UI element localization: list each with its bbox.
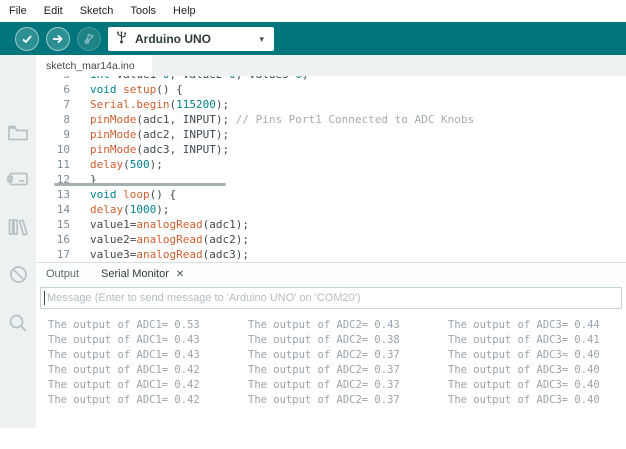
check-icon	[21, 33, 33, 45]
serial-output-row: The output of ADC1= 0.42The output of AD…	[48, 378, 626, 393]
serial-output-value: The output of ADC3= 0.41	[448, 333, 626, 348]
editor-tab-bar: sketch_mar14a.ino	[36, 55, 626, 76]
sidebar-item-debug[interactable]	[0, 259, 36, 295]
serial-output-value: The output of ADC1= 0.43	[48, 348, 248, 363]
code-line: 9pinMode(adc2, INPUT);	[36, 127, 626, 142]
serial-message-wrap	[40, 287, 622, 309]
serial-output-row: The output of ADC1= 0.43The output of AD…	[48, 348, 626, 363]
serial-monitor-output: The output of ADC1= 0.53The output of AD…	[48, 318, 626, 408]
line-number: 13	[36, 187, 70, 202]
board-selector-label: Arduino UNO	[135, 32, 251, 46]
serial-output-value: The output of ADC2= 0.37	[248, 378, 448, 393]
upload-button[interactable]	[46, 27, 70, 51]
toolbar: Arduino UNO ▾	[0, 22, 626, 55]
debug-button	[77, 27, 101, 51]
serial-output-value: The output of ADC1= 0.42	[48, 363, 248, 378]
serial-message-input[interactable]	[40, 287, 622, 309]
code-line: 13void loop() {	[36, 187, 626, 202]
code-line: 17value3=analogRead(adc3);	[36, 247, 626, 262]
sidebar-item-search[interactable]	[0, 307, 36, 343]
code-editor[interactable]: 5int value1=0, value2=0, value3=0;6void …	[36, 76, 626, 262]
verify-button[interactable]	[15, 27, 39, 51]
line-number: 14	[36, 202, 70, 217]
tab-serial-monitor[interactable]: Serial Monitor ✕	[101, 268, 184, 280]
chevron-down-icon: ▾	[259, 34, 266, 45]
debug-disabled-icon	[9, 265, 28, 289]
code-line: 6void setup() {	[36, 82, 626, 97]
serial-output-value: The output of ADC2= 0.37	[248, 363, 448, 378]
serial-output-value: The output of ADC3= 0.40	[448, 378, 626, 393]
line-number: 11	[36, 157, 70, 172]
code-line: 16value2=analogRead(adc2);	[36, 232, 626, 247]
sidebar-item-sketchbook[interactable]	[0, 117, 36, 153]
serial-output-row: The output of ADC1= 0.42The output of AD…	[48, 363, 626, 378]
line-number: 8	[36, 112, 70, 127]
serial-output-row: The output of ADC1= 0.53The output of AD…	[48, 318, 626, 333]
library-books-icon	[8, 218, 28, 241]
line-number: 16	[36, 232, 70, 247]
usb-icon	[116, 29, 127, 49]
serial-output-value: The output of ADC1= 0.53	[48, 318, 248, 333]
board-icon	[7, 171, 29, 192]
menu-help[interactable]: Help	[173, 5, 196, 17]
serial-output-value: The output of ADC3= 0.40	[448, 348, 626, 363]
serial-output-value: The output of ADC2= 0.38	[248, 333, 448, 348]
tab-output[interactable]: Output	[46, 268, 79, 280]
horizontal-scrollbar[interactable]	[54, 183, 226, 186]
line-number: 9	[36, 127, 70, 142]
serial-output-value: The output of ADC2= 0.37	[248, 393, 448, 408]
text-cursor	[44, 291, 45, 305]
bottom-panel-tabs: Output Serial Monitor ✕	[36, 263, 626, 285]
serial-output-value: The output of ADC2= 0.43	[248, 318, 448, 333]
debug-icon	[83, 32, 96, 45]
search-icon	[8, 313, 28, 338]
serial-output-row: The output of ADC1= 0.42The output of AD…	[48, 393, 626, 408]
line-number: 7	[36, 97, 70, 112]
code-line: 15value1=analogRead(adc1);	[36, 217, 626, 232]
code-line: 11delay(500);	[36, 157, 626, 172]
serial-output-row: The output of ADC1= 0.43The output of AD…	[48, 333, 626, 348]
close-icon[interactable]: ✕	[176, 269, 184, 280]
sidebar-item-library-manager[interactable]	[0, 211, 36, 247]
menu-tools[interactable]: Tools	[130, 5, 156, 17]
sidebar-item-boards-manager[interactable]	[0, 163, 36, 199]
arduino-ide-window: File Edit Sketch Tools Help	[0, 0, 626, 449]
tab-sketch-file[interactable]: sketch_mar14a.ino	[36, 55, 152, 76]
tab-sketch-file-label: sketch_mar14a.ino	[46, 60, 135, 72]
activity-sidebar	[0, 55, 36, 428]
arrow-right-icon	[52, 33, 64, 45]
folder-icon	[7, 124, 29, 147]
line-number: 15	[36, 217, 70, 232]
serial-output-value: The output of ADC1= 0.43	[48, 333, 248, 348]
code-line: 8pinMode(adc1, INPUT); // Pins Port1 Con…	[36, 112, 626, 127]
menu-edit[interactable]: Edit	[44, 5, 63, 17]
serial-output-value: The output of ADC3= 0.44	[448, 318, 626, 333]
serial-output-value: The output of ADC3= 0.40	[448, 393, 626, 408]
board-selector[interactable]: Arduino UNO ▾	[108, 27, 274, 51]
menu-file[interactable]: File	[9, 5, 27, 17]
code-line: 10pinMode(adc3, INPUT);	[36, 142, 626, 157]
code-line: 7Serial.begin(115200);	[36, 97, 626, 112]
line-number: 6	[36, 82, 70, 97]
serial-output-value: The output of ADC3= 0.40	[448, 363, 626, 378]
line-number: 10	[36, 142, 70, 157]
menu-sketch[interactable]: Sketch	[80, 5, 114, 17]
tab-serial-monitor-label: Serial Monitor	[101, 268, 169, 280]
code-line: 14delay(1000);	[36, 202, 626, 217]
serial-output-value: The output of ADC1= 0.42	[48, 393, 248, 408]
menu-bar: File Edit Sketch Tools Help	[0, 0, 626, 22]
serial-output-value: The output of ADC1= 0.42	[48, 378, 248, 393]
line-number: 17	[36, 247, 70, 262]
serial-output-value: The output of ADC2= 0.37	[248, 348, 448, 363]
